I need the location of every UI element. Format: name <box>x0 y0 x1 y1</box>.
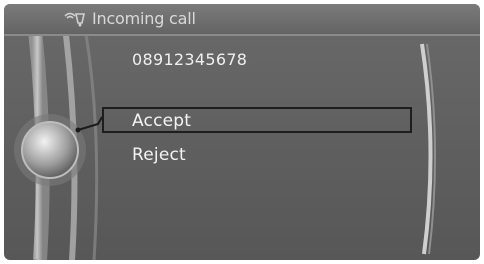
accept-call-button[interactable]: Accept <box>132 111 191 131</box>
controller-knob-icon <box>14 114 103 186</box>
title-bar: Incoming call <box>4 4 480 36</box>
idrive-screen: Incoming call 08912345678 Accept Reject <box>4 4 480 260</box>
scrollbar[interactable] <box>418 42 440 256</box>
reject-call-button[interactable]: Reject <box>132 145 186 165</box>
caller-number: 08912345678 <box>132 50 248 69</box>
page-title: Incoming call <box>92 9 196 28</box>
phone-signal-icon <box>64 12 85 27</box>
